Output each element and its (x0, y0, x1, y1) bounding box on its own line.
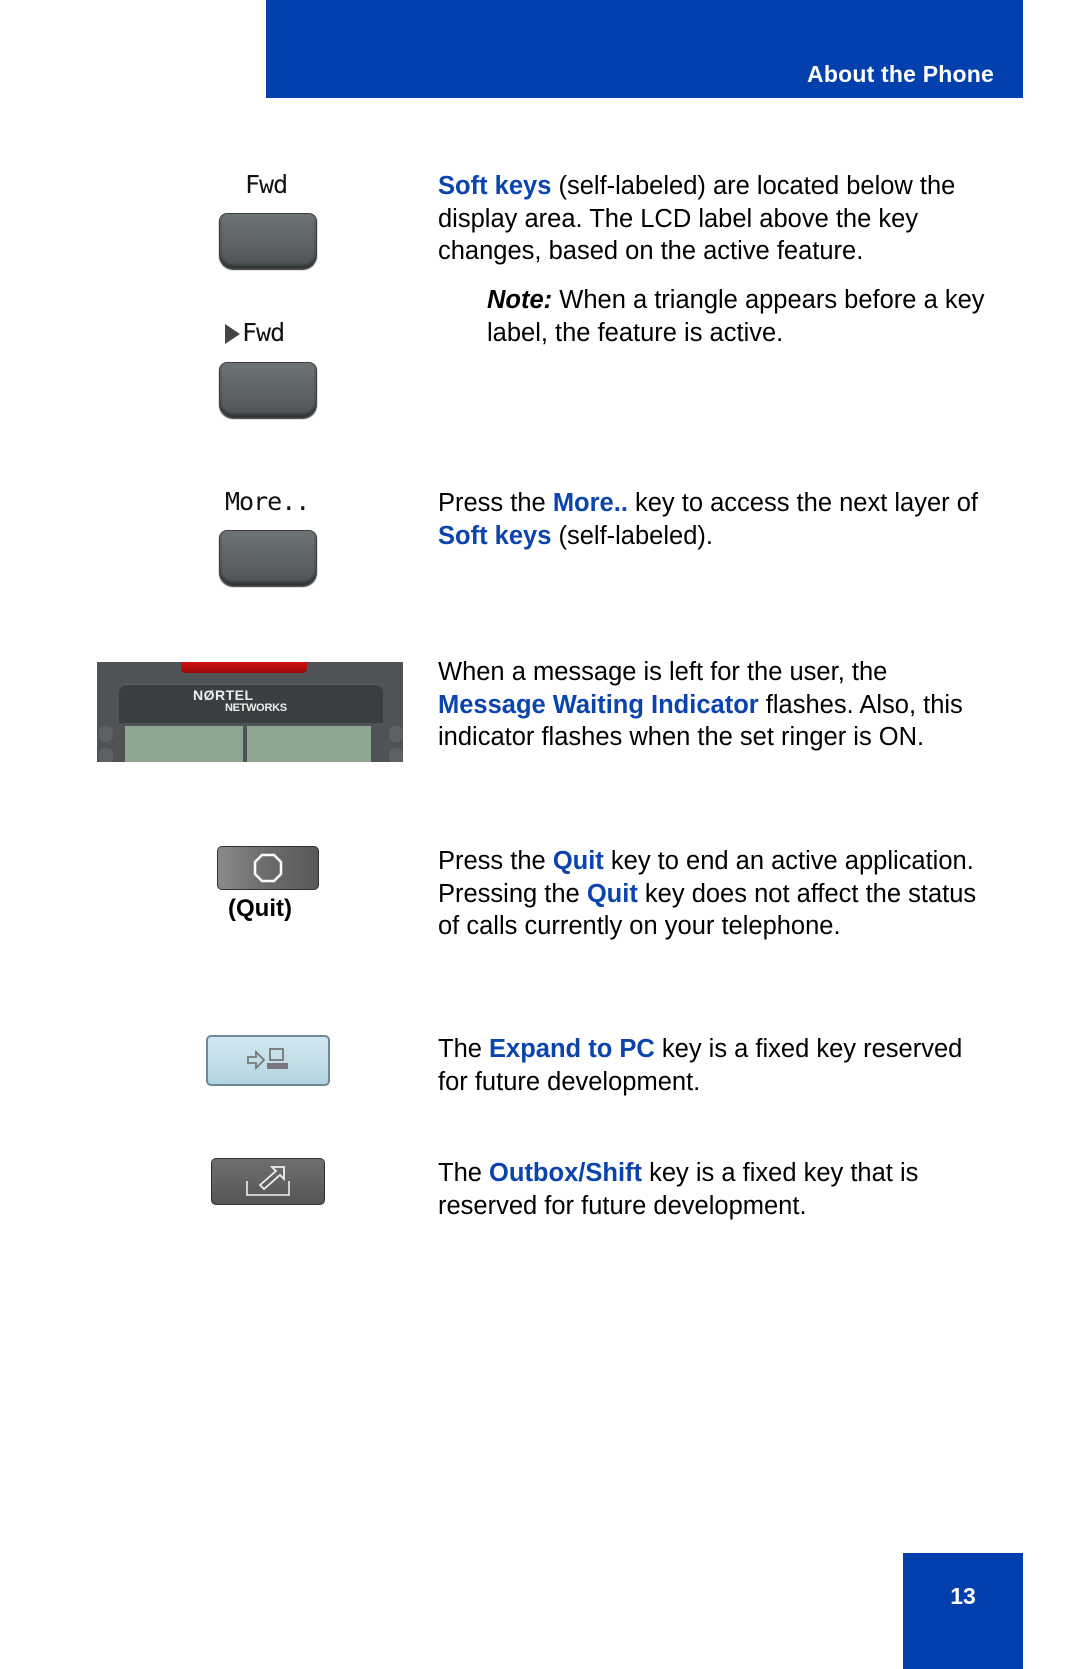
active-triangle-icon (225, 324, 240, 344)
lcd-label-text: Fwd (242, 318, 285, 347)
message-waiting-indicator-light (181, 662, 307, 673)
term-more: More.. (552, 489, 628, 517)
term-quit: Quit (586, 879, 638, 908)
quit-key-caption: (Quit) (228, 895, 292, 922)
expand-to-pc-key[interactable] (206, 1035, 330, 1086)
arrow-to-pc-icon (247, 1048, 288, 1071)
quit-key[interactable] (217, 846, 319, 890)
header-bar: About the Phone (266, 0, 1023, 98)
soft-key-fwd-active[interactable] (219, 362, 317, 418)
lcd-label-fwd: Fwd (245, 170, 288, 199)
quit-description: Press the Quit key to end an active appl… (438, 845, 998, 943)
soft-key-more[interactable] (219, 530, 317, 586)
outbox-arrow-icon (246, 1166, 290, 1196)
outbox-description: The Outbox/Shift key is a fixed key that… (438, 1157, 998, 1222)
page-number-box: 13 (903, 1553, 1023, 1669)
text: Press the (438, 847, 553, 875)
page-number: 13 (950, 1583, 976, 1609)
side-button (389, 726, 403, 742)
text: Press the (438, 489, 553, 517)
note-label: Note: (487, 286, 553, 314)
term-message-waiting-indicator: Message Waiting Indicator (438, 690, 759, 719)
note-text: When a triangle appears before a key lab… (487, 286, 985, 347)
lcd-display-left (125, 726, 243, 762)
section-title: About the Phone (807, 61, 994, 87)
term-soft-keys: Soft keys (438, 172, 552, 200)
term-soft-keys: Soft keys (438, 521, 552, 550)
note: Note: When a triangle appears before a k… (487, 284, 1007, 349)
side-button (99, 748, 113, 762)
brand-logo-nortel: NØRTEL (193, 687, 254, 703)
soft-keys-description: Soft keys (self-labeled) are located bel… (438, 170, 998, 268)
term-quit: Quit (552, 847, 604, 875)
side-button (389, 748, 403, 762)
expand-description: The Expand to PC key is a fixed key rese… (438, 1033, 998, 1098)
term-outbox-shift: Outbox/Shift (489, 1159, 643, 1187)
term-expand-to-pc: Expand to PC (489, 1035, 655, 1063)
text: The (438, 1159, 490, 1187)
brand-logo-networks: NETWORKS (225, 702, 287, 714)
lcd-display-right (247, 726, 371, 762)
lcd-label-more: More.. (225, 487, 310, 516)
more-description: Press the More.. key to access the next … (438, 487, 998, 552)
outbox-shift-key[interactable] (211, 1158, 325, 1205)
phone-top-image: NØRTEL NETWORKS (97, 662, 403, 762)
text: The (438, 1035, 490, 1063)
text: When a message is left for the user, the (438, 658, 888, 686)
octagon-stop-icon (253, 853, 283, 883)
text: key to access the next layer of (627, 489, 978, 517)
lcd-label-fwd-active: Fwd (225, 318, 285, 347)
mwi-description: When a message is left for the user, the… (438, 656, 998, 754)
side-button (99, 726, 113, 742)
soft-key-fwd[interactable] (219, 213, 317, 269)
text: (self-labeled). (551, 521, 713, 550)
